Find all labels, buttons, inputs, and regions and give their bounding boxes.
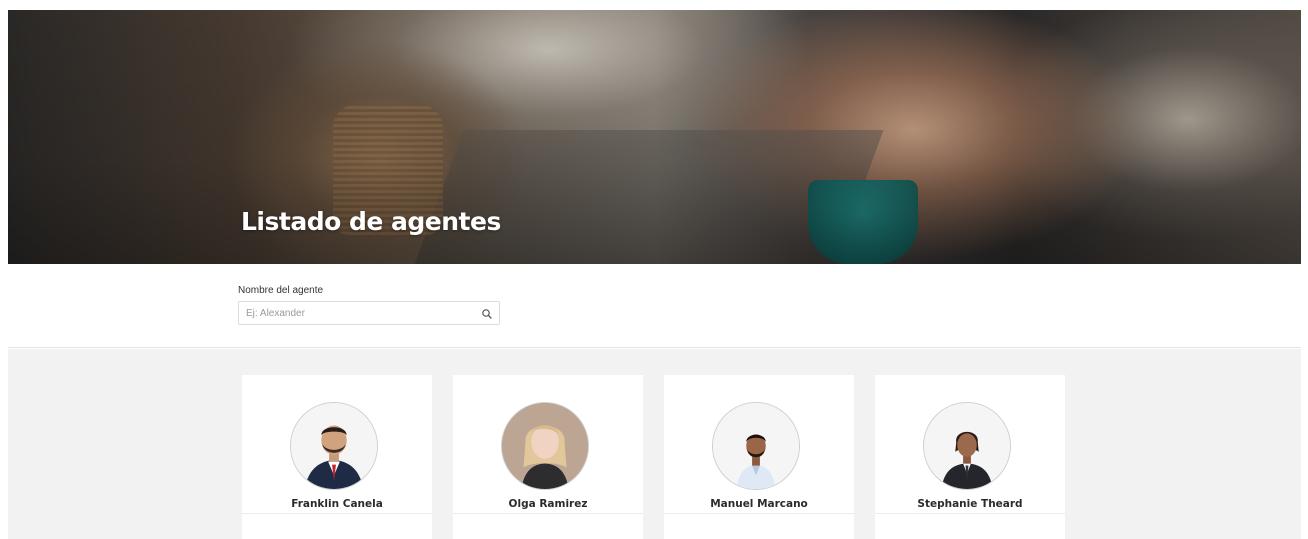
hero-banner: Listado de agentes: [8, 10, 1301, 264]
agent-name-input[interactable]: [239, 302, 475, 324]
agent-name[interactable]: Manuel Marcano: [664, 498, 854, 510]
agent-card-footer: [664, 513, 854, 539]
agent-card[interactable]: Stephanie Theard: [875, 375, 1065, 539]
agent-list: Franklin Canela Olga Ramirez Manuel Marc…: [8, 349, 1301, 539]
franklin-canela-photo-icon: [291, 403, 377, 489]
search-icon[interactable]: [481, 307, 493, 319]
agent-card-footer: [242, 513, 432, 539]
agent-name-label: Nombre del agente: [238, 285, 324, 296]
agent-filter-bar: Nombre del agente: [8, 264, 1301, 348]
stephanie-theard-photo-icon: [924, 403, 1010, 489]
agent-card-footer: [875, 513, 1065, 539]
agent-avatar[interactable]: [923, 402, 1011, 490]
page-title: Listado de agentes: [241, 207, 501, 236]
agent-card[interactable]: Franklin Canela: [242, 375, 432, 539]
agent-search-box[interactable]: [238, 301, 500, 325]
olga-ramirez-photo-icon: [502, 403, 588, 489]
agent-card-footer: [453, 513, 643, 539]
agent-avatar[interactable]: [501, 402, 589, 490]
agent-name[interactable]: Stephanie Theard: [875, 498, 1065, 510]
agent-name[interactable]: Olga Ramirez: [453, 498, 643, 510]
agent-card[interactable]: Manuel Marcano: [664, 375, 854, 539]
agent-avatar[interactable]: [290, 402, 378, 490]
agent-avatar[interactable]: [712, 402, 800, 490]
agent-name[interactable]: Franklin Canela: [242, 498, 432, 510]
agent-card[interactable]: Olga Ramirez: [453, 375, 643, 539]
manuel-marcano-photo-icon: [713, 403, 799, 489]
hero-overlay: [8, 10, 1301, 264]
